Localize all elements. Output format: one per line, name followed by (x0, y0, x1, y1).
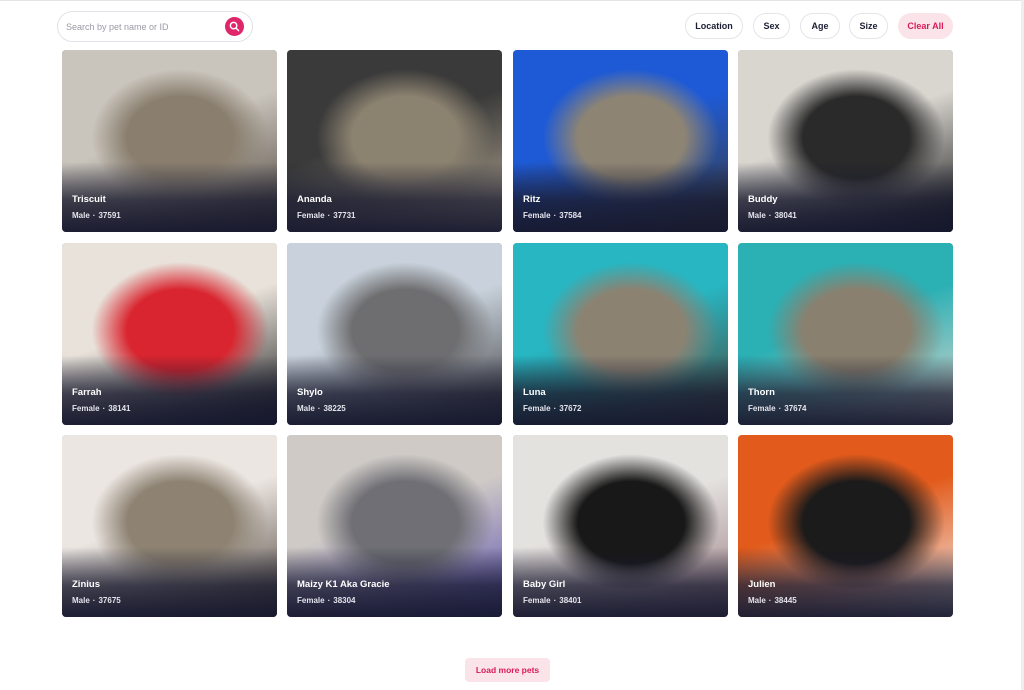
pet-meta: Male · 38041 (748, 211, 797, 220)
meta-separator: · (92, 596, 96, 605)
meta-separator: · (92, 211, 96, 220)
pet-card[interactable]: Triscuit Male · 37591 (62, 50, 277, 232)
pet-name: Julien (748, 579, 776, 590)
meta-separator: · (553, 404, 557, 413)
pet-name: Farrah (72, 387, 102, 398)
pet-id: 37591 (98, 211, 121, 220)
pet-meta: Female · 38401 (523, 596, 582, 605)
filter-location-button[interactable]: Location (685, 13, 743, 39)
pet-sex: Male (72, 211, 90, 220)
pet-id: 38401 (559, 596, 582, 605)
pet-meta: Male · 38445 (748, 596, 797, 605)
pet-meta: Male · 37675 (72, 596, 121, 605)
meta-separator: · (768, 211, 772, 220)
pet-id: 37672 (559, 404, 582, 413)
pet-id: 38141 (108, 404, 131, 413)
meta-separator: · (317, 404, 321, 413)
pet-name: Ananda (297, 194, 332, 205)
pet-card[interactable]: Thorn Female · 37674 (738, 243, 953, 425)
pet-card[interactable]: Zinius Male · 37675 (62, 435, 277, 617)
pet-name: Ritz (523, 194, 541, 205)
meta-separator: · (553, 596, 557, 605)
meta-separator: · (778, 404, 782, 413)
clear-all-button[interactable]: Clear All (898, 13, 953, 39)
pet-id: 37731 (333, 211, 356, 220)
pet-name: Luna (523, 387, 546, 398)
pet-sex: Female (523, 211, 551, 220)
pet-sex: Female (748, 404, 776, 413)
pet-sex: Female (523, 404, 551, 413)
pet-meta: Female · 37584 (523, 211, 582, 220)
pet-card[interactable]: Shylo Male · 38225 (287, 243, 502, 425)
meta-separator: · (327, 596, 331, 605)
pet-sex: Female (297, 596, 325, 605)
card-shade (513, 162, 728, 232)
pet-sex: Female (523, 596, 551, 605)
pet-card[interactable]: Ananda Female · 37731 (287, 50, 502, 232)
pet-id: 37675 (98, 596, 121, 605)
pet-id: 38304 (333, 596, 356, 605)
pet-sex: Male (748, 211, 766, 220)
pet-id: 38445 (774, 596, 797, 605)
load-more-button[interactable]: Load more pets (465, 658, 550, 682)
meta-separator: · (327, 211, 331, 220)
pet-name: Maizy K1 Aka Gracie (297, 579, 390, 590)
pet-name: Baby Girl (523, 579, 566, 590)
filter-age-button[interactable]: Age (800, 13, 840, 39)
pet-card[interactable]: Buddy Male · 38041 (738, 50, 953, 232)
pet-name: Shylo (297, 387, 323, 398)
pet-id: 37674 (784, 404, 807, 413)
pet-card[interactable]: Ritz Female · 37584 (513, 50, 728, 232)
pet-meta: Male · 37591 (72, 211, 121, 220)
pet-card[interactable]: Baby Girl Female · 38401 (513, 435, 728, 617)
pet-meta: Female · 37731 (297, 211, 356, 220)
pet-sex: Male (72, 596, 90, 605)
pet-meta: Male · 38225 (297, 404, 346, 413)
search-button[interactable] (225, 17, 244, 36)
pet-sex: Female (72, 404, 100, 413)
pet-id: 38041 (774, 211, 797, 220)
pet-meta: Female · 37672 (523, 404, 582, 413)
pet-sex: Male (748, 596, 766, 605)
pet-name: Zinius (72, 579, 100, 590)
pet-name: Triscuit (72, 194, 106, 205)
pet-sex: Female (297, 211, 325, 220)
pet-sex: Male (297, 404, 315, 413)
pet-meta: Female · 38304 (297, 596, 356, 605)
pet-meta: Female · 38141 (72, 404, 131, 413)
pet-name: Buddy (748, 194, 778, 205)
pet-card[interactable]: Maizy K1 Aka Gracie Female · 38304 (287, 435, 502, 617)
search-icon (229, 21, 240, 32)
pet-id: 38225 (323, 404, 346, 413)
top-divider (0, 0, 1024, 1)
search-box (57, 11, 253, 42)
meta-separator: · (768, 596, 772, 605)
pet-card[interactable]: Luna Female · 37672 (513, 243, 728, 425)
pet-meta: Female · 37674 (748, 404, 807, 413)
meta-separator: · (553, 211, 557, 220)
pet-name: Thorn (748, 387, 775, 398)
pet-card[interactable]: Farrah Female · 38141 (62, 243, 277, 425)
search-input[interactable] (66, 18, 216, 36)
meta-separator: · (102, 404, 106, 413)
filter-size-button[interactable]: Size (849, 13, 888, 39)
pet-id: 37584 (559, 211, 582, 220)
filter-sex-button[interactable]: Sex (753, 13, 790, 39)
pet-card[interactable]: Julien Male · 38445 (738, 435, 953, 617)
